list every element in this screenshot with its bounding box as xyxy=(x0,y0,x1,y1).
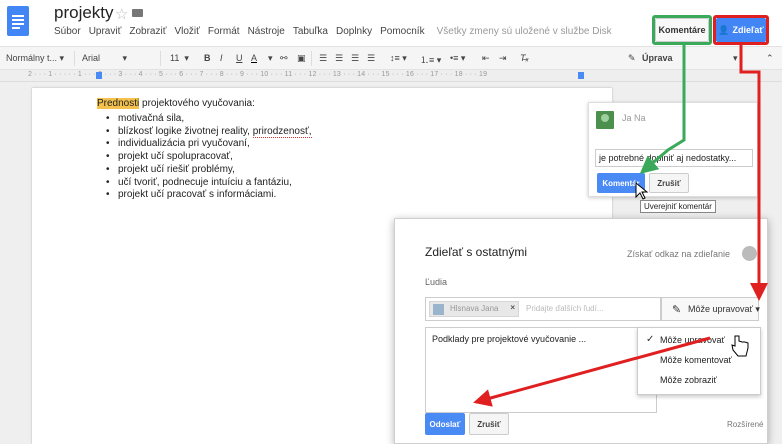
post-comment-button[interactable]: Komentár xyxy=(597,173,645,193)
permission-menu: ✓ Môže upravovať Môže komentovať Môže zo… xyxy=(637,327,761,395)
comment-panel: Ja Na je potrebné doplniť aj nedostatky.… xyxy=(588,102,758,197)
avatar xyxy=(596,111,614,129)
chevron-down-icon[interactable]: ▾ xyxy=(268,53,273,64)
list-item[interactable]: projekt učí pracovať s informáciami. xyxy=(106,189,312,202)
menu-edit[interactable]: Upraviť xyxy=(89,26,122,37)
increase-indent-icon[interactable]: ⇥ xyxy=(499,53,507,64)
menu-item-can-edit[interactable]: Môže upravovať xyxy=(660,335,725,345)
menu-format[interactable]: Formát xyxy=(208,26,240,37)
menu-item-can-view[interactable]: Môže zobraziť xyxy=(660,375,717,385)
text-color-button[interactable]: A xyxy=(251,53,257,63)
comments-highlight-frame xyxy=(652,15,712,45)
star-icon[interactable]: ☆ xyxy=(115,5,128,23)
menu-bar: Súbor Upraviť Zobraziť Vložiť Formát Nás… xyxy=(54,26,612,37)
folder-icon[interactable] xyxy=(132,9,143,17)
bullet-list: motivačná sila, blízkosť logike životnej… xyxy=(106,113,312,202)
send-button[interactable]: Odoslať xyxy=(425,413,465,435)
decrease-indent-icon[interactable]: ⇤ xyxy=(482,53,490,64)
menu-help[interactable]: Pomocník xyxy=(380,26,424,37)
menu-file[interactable]: Súbor xyxy=(54,26,81,37)
ruler[interactable]: 2 · · · 1 · · · · · 1 · · · 2 · · · 3 · … xyxy=(0,70,782,82)
menu-addons[interactable]: Doplnky xyxy=(336,26,372,37)
document-heading[interactable]: Prednosti projektového vyučovania: xyxy=(97,98,255,109)
comment-icon[interactable]: ▣ xyxy=(297,53,306,64)
numbered-list-icon[interactable]: ⒈≡ ▾ xyxy=(420,53,441,66)
people-label: Ľudia xyxy=(425,277,448,287)
app-header: projekty ☆ Súbor Upraviť Zobraziť Vložiť… xyxy=(0,0,782,46)
toolbar-divider xyxy=(74,51,75,66)
paragraph-style-select[interactable]: Normálny t... ▾ xyxy=(6,53,64,64)
permission-dropdown[interactable]: ✎ Môže upravovať ▾ xyxy=(661,297,760,321)
line-spacing-icon[interactable]: ↕≡ ▾ xyxy=(390,53,407,64)
align-right-icon[interactable]: ☰ xyxy=(351,53,359,64)
menu-insert[interactable]: Vložiť xyxy=(174,26,199,37)
docs-logo-icon[interactable] xyxy=(7,6,29,36)
chip-name: Hlsnava Jana xyxy=(450,304,499,313)
list-item[interactable]: individualizácia pri vyučovaní, xyxy=(106,138,312,151)
avatar xyxy=(433,304,444,315)
menu-table[interactable]: Tabuľka xyxy=(293,26,328,37)
spellcheck-underlined-word[interactable]: prirodzenosť, xyxy=(252,125,312,138)
menu-tools[interactable]: Nástroje xyxy=(248,26,285,37)
collapse-icon[interactable]: ⌃ xyxy=(766,53,774,64)
list-item[interactable]: motivačná sila, xyxy=(106,113,312,126)
permission-label: Môže upravovať xyxy=(688,304,753,314)
document-title[interactable]: projekty xyxy=(54,3,114,23)
list-item-text: blízkosť logike životnej reality, xyxy=(118,125,250,137)
editing-mode-select[interactable]: Úprava xyxy=(642,53,673,63)
bulleted-list-icon[interactable]: •≡ ▾ xyxy=(450,53,465,64)
close-icon[interactable]: × xyxy=(510,303,515,312)
font-size-label: 11 xyxy=(170,53,180,63)
link-icon[interactable]: ⚯ xyxy=(280,53,288,64)
advanced-link[interactable]: Rozšírené xyxy=(727,420,763,429)
align-center-icon[interactable]: ☰ xyxy=(335,53,343,64)
save-status[interactable]: Všetky zmeny sú uložené v službe Disk xyxy=(437,26,612,37)
heading-rest[interactable]: projektového vyučovania: xyxy=(142,98,255,109)
add-people-placeholder[interactable]: Pridajte ďalších ľudí... xyxy=(526,304,604,313)
formatting-toolbar: Normálny t... ▾ Arial ▾ 11 ▾ B I U A ▾ ⚯… xyxy=(0,46,782,70)
align-justify-icon[interactable]: ☰ xyxy=(367,53,375,64)
list-item[interactable]: projekt učí riešiť problémy, xyxy=(106,164,312,177)
comment-input[interactable]: je potrebné doplniť aj nedostatky... xyxy=(595,149,753,167)
list-item[interactable]: blízkosť logike životnej reality, prirod… xyxy=(106,125,312,139)
person-chip[interactable]: Hlsnava Jana × xyxy=(429,301,519,317)
align-left-icon[interactable]: ☰ xyxy=(319,53,327,64)
pencil-icon: ✎ xyxy=(672,304,682,316)
tooltip: Uverejniť komentár xyxy=(640,200,716,213)
highlighted-word[interactable]: Prednosti xyxy=(97,98,140,109)
chevron-down-icon[interactable]: ▾ xyxy=(733,53,738,64)
right-indent-marker[interactable] xyxy=(578,72,584,79)
cancel-button[interactable]: Zrušiť xyxy=(469,413,509,435)
menu-item-can-comment[interactable]: Môže komentovať xyxy=(660,355,732,365)
underline-button[interactable]: U xyxy=(236,53,243,63)
list-item[interactable]: projekt učí spolupracovať, xyxy=(106,151,312,164)
get-link-button[interactable]: Získať odkaz na zdieľanie xyxy=(627,249,730,259)
left-indent-marker[interactable] xyxy=(96,72,102,79)
share-highlight-frame xyxy=(713,15,769,45)
menu-view[interactable]: Zobraziť xyxy=(129,26,166,37)
font-label: Arial xyxy=(82,53,101,63)
italic-button[interactable]: I xyxy=(220,53,223,63)
clear-formatting-icon[interactable]: T̶ₓ xyxy=(520,53,529,63)
share-dialog: Zdieľať s ostatnými Získať odkaz na zdie… xyxy=(394,218,768,444)
pencil-icon: ✎ xyxy=(628,53,636,63)
comment-author: Ja Na xyxy=(622,113,646,123)
note-textarea[interactable]: Podklady pre projektové vyučovanie ... xyxy=(425,327,657,413)
list-item[interactable]: učí tvoriť, podnecuje intuíciu a fantázi… xyxy=(106,177,312,190)
dialog-title: Zdieľať s ostatnými xyxy=(425,245,528,259)
bold-button[interactable]: B xyxy=(204,53,211,63)
font-size-select[interactable]: 11 ▾ xyxy=(170,53,189,64)
people-input[interactable]: Hlsnava Jana × Pridajte ďalších ľudí... xyxy=(425,297,661,321)
check-icon: ✓ xyxy=(646,334,655,345)
toolbar-divider xyxy=(160,51,161,66)
toolbar-divider xyxy=(311,51,312,66)
font-select[interactable]: Arial ▾ xyxy=(82,53,127,64)
cancel-comment-button[interactable]: Zrušiť xyxy=(649,173,689,193)
style-label: Normálny t... xyxy=(6,53,58,63)
link-icon[interactable] xyxy=(742,246,757,261)
